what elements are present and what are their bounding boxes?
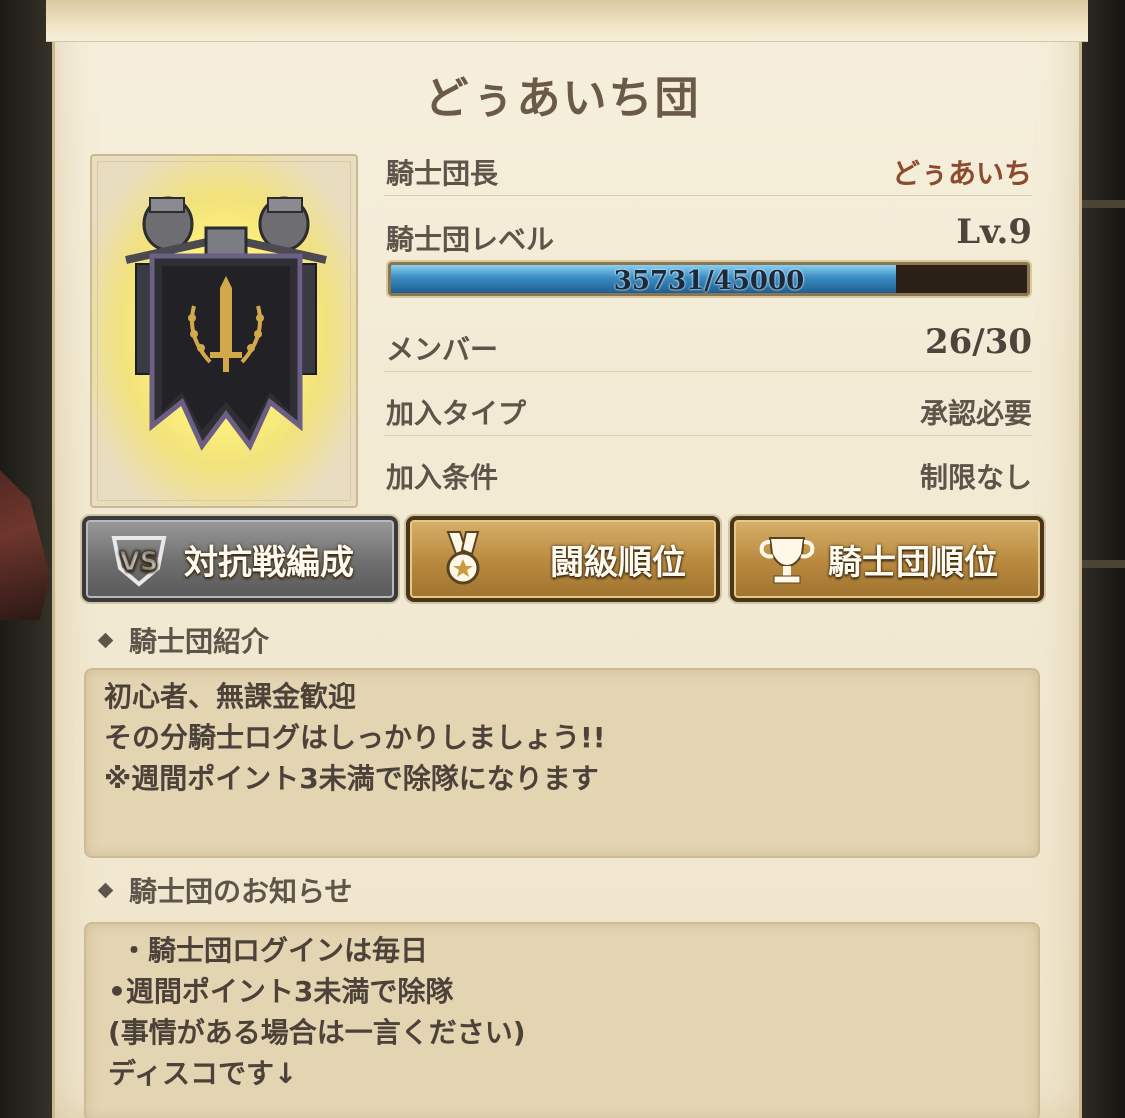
diamond-bullet-icon: [97, 632, 114, 648]
notice-line: (事情がある場合は一言ください): [108, 1016, 526, 1049]
medal-icon: [446, 531, 480, 585]
notice-line: ディスコです↓: [108, 1057, 298, 1090]
notice-heading: 騎士団のお知らせ: [97, 870, 353, 910]
members-value: 26/30: [924, 322, 1032, 362]
join-type-label: 加入タイプ: [386, 397, 527, 430]
rank-order-button[interactable]: 闘級順位: [406, 516, 720, 602]
experience-text: 35731/45000: [613, 266, 805, 296]
join-condition-label: 加入条件: [386, 461, 499, 494]
trophy-icon: [759, 537, 815, 584]
notice-text-box: ・騎士団ログインは毎日 •週間ポイント3未満で除隊 (事情がある場合は一言くださ…: [84, 922, 1040, 1118]
emblem-glow: [92, 156, 356, 506]
background-beam: [1080, 200, 1125, 208]
diamond-bullet-icon: [97, 882, 114, 898]
intro-line: ※週間ポイント3未満で除隊になります: [104, 762, 599, 795]
knight-order-rank-label: 騎士団順位: [828, 542, 998, 583]
join-type-row: 加入タイプ 承認必要: [384, 386, 1032, 436]
knight-banner-emblem-icon: [125, 196, 327, 451]
leader-name: どぅあいち: [891, 157, 1032, 190]
intro-line: 初心者、無課金歓迎: [104, 680, 357, 713]
background-beam: [1080, 560, 1125, 568]
intro-heading: 騎士団紹介: [97, 620, 270, 660]
level-row: 騎士団レベル Lv.9: [384, 212, 1032, 262]
versus-formation-button[interactable]: VS 対抗戦編成: [82, 516, 398, 602]
intro-heading-text: 騎士団紹介: [129, 625, 270, 658]
notice-line: ・騎士団ログインは毎日: [120, 934, 429, 967]
svg-text:VS: VS: [120, 547, 159, 577]
notice-line: •週間ポイント3未満で除隊: [108, 975, 454, 1008]
intro-line: その分騎士ログはしっかりしましょう!!: [104, 721, 606, 754]
notice-heading-text: 騎士団のお知らせ: [129, 875, 353, 908]
knight-order-rank-button[interactable]: 騎士団順位: [730, 516, 1044, 602]
join-condition-row: 加入条件 制限なし: [384, 450, 1032, 500]
versus-formation-label: 対抗戦編成: [184, 542, 354, 583]
intro-text-box: 初心者、無課金歓迎 その分騎士ログはしっかりしましょう!! ※週間ポイント3未満…: [84, 668, 1040, 858]
scroll-top-edge: [46, 0, 1088, 42]
vs-icon: VS: [111, 536, 167, 587]
level-label: 騎士団レベル: [386, 223, 555, 256]
leader-row: 騎士団長 どぅあいち: [384, 146, 1032, 196]
join-type-value: 承認必要: [919, 397, 1032, 430]
level-value: Lv.9: [956, 212, 1032, 252]
rank-order-label: 闘級順位: [550, 542, 686, 583]
order-emblem-card: [90, 154, 358, 508]
join-condition-value: 制限なし: [919, 461, 1032, 494]
leader-label: 騎士団長: [386, 157, 499, 190]
members-label: メンバー: [386, 333, 499, 366]
experience-bar: 35731/45000: [388, 262, 1030, 296]
members-row: メンバー 26/30: [384, 322, 1032, 372]
page-title: どぅあいち団: [424, 73, 701, 124]
